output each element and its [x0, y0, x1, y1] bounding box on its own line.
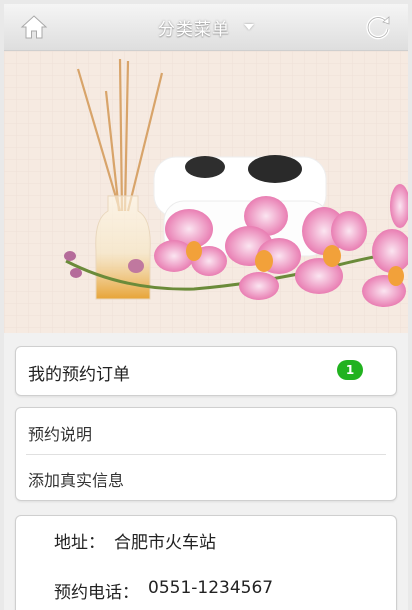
add-real-info-label: 添加真实信息: [28, 471, 125, 490]
phone-label: 预约电话：: [54, 583, 139, 603]
address-label: 地址：: [54, 533, 105, 553]
page-title: 分类菜单: [158, 19, 230, 40]
address-value: 合肥市火车站: [114, 533, 216, 553]
menu-dropdown[interactable]: 分类菜单: [4, 4, 408, 50]
refresh-icon[interactable]: [364, 13, 392, 41]
order-count-badge: 1: [337, 360, 363, 380]
banner-image[interactable]: [4, 51, 408, 333]
phone-value[interactable]: 0551-1234567: [148, 578, 273, 598]
contact-info: 地址： 合肥市火车站 预约电话： 0551-1234567: [15, 515, 397, 610]
top-bar: 分类菜单: [4, 4, 408, 51]
phone-row[interactable]: 预约电话： 0551-1234567: [16, 566, 396, 610]
my-orders-item[interactable]: 我的预约订单 1: [15, 346, 397, 396]
app-frame: 分类菜单 我的预约订单 1 预约说明 添加真实信息 地址： 合肥市火车站 预约电…: [4, 4, 408, 610]
my-orders-label: 我的预约订单: [28, 365, 130, 385]
info-list: 预约说明 添加真实信息: [15, 407, 397, 501]
caret-down-icon: [244, 24, 254, 30]
booking-instructions-item[interactable]: 预约说明: [16, 408, 396, 454]
add-real-info-item[interactable]: 添加真实信息: [16, 454, 396, 500]
booking-instructions-label: 预约说明: [28, 425, 93, 444]
address-row: 地址： 合肥市火车站: [16, 516, 396, 564]
